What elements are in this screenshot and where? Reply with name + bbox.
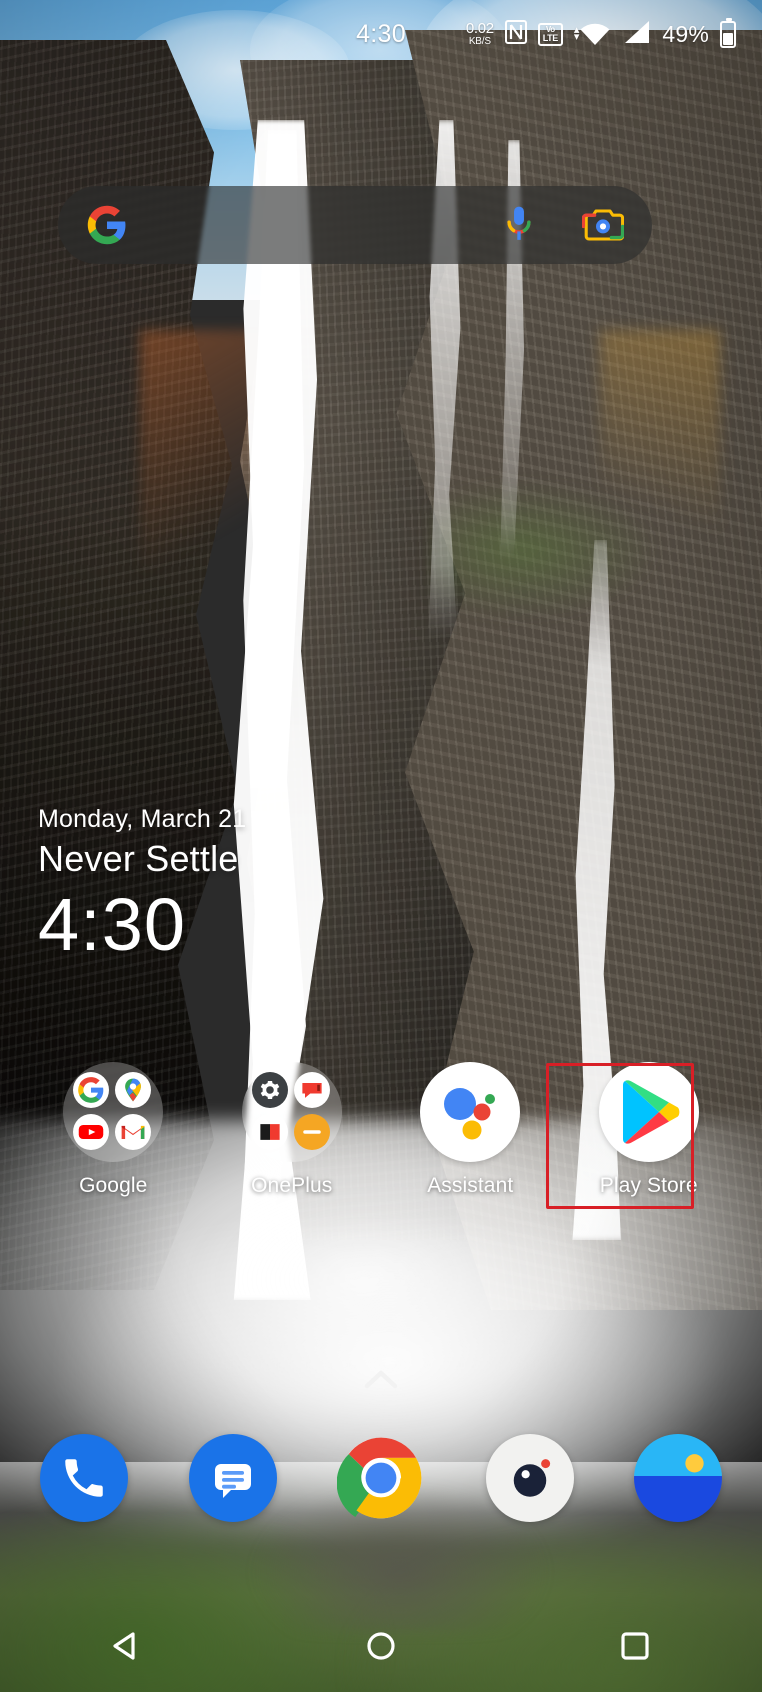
chrome-icon[interactable] — [337, 1434, 425, 1522]
wifi-activity-arrows: ▴ ▾ — [573, 24, 580, 43]
recents-square-icon[interactable] — [589, 1600, 681, 1692]
dock — [0, 1434, 762, 1522]
google-lens-camera-icon[interactable] — [581, 206, 625, 244]
home-screen-app-row: Google OnePlus Assistant Play Store — [0, 1062, 762, 1198]
oneplus-folder-icon[interactable] — [241, 1062, 342, 1162]
community-red-icon — [293, 1072, 330, 1108]
clock-widget-time: 4:30 — [38, 883, 187, 966]
network-speed-unit: KB/S — [468, 36, 491, 47]
app-label-google: Google — [79, 1174, 148, 1197]
settings-gear-icon — [251, 1072, 288, 1108]
volte-icon: Vo LTE — [537, 22, 563, 46]
messages-icon[interactable] — [188, 1434, 277, 1522]
app-label-play-store: Play Store — [599, 1174, 698, 1197]
clock-widget[interactable]: Monday, March 21 Never Settle 4:30 — [38, 805, 246, 964]
app-label-assistant: Assistant — [427, 1174, 514, 1197]
phone-icon[interactable] — [40, 1434, 128, 1522]
app-item-assistant[interactable]: Assistant — [381, 1062, 560, 1198]
app-drawer-handle[interactable] — [0, 1368, 762, 1395]
switch-icon — [251, 1114, 288, 1150]
gallery-icon[interactable] — [634, 1434, 722, 1522]
app-item-play-store[interactable]: Play Store — [560, 1062, 739, 1198]
app-item-google-folder[interactable]: Google — [24, 1062, 203, 1198]
volte-bottom-text: LTE — [542, 32, 559, 43]
wifi-icon: ▴ ▾ — [574, 23, 611, 46]
app-item-oneplus-folder[interactable]: OnePlus — [203, 1062, 382, 1198]
clock-widget-date: Monday, March 21 — [38, 805, 247, 833]
network-speed-indicator: 0.02 KB/S — [466, 21, 494, 47]
camera-icon[interactable] — [485, 1434, 574, 1522]
google-search-icon — [73, 1072, 110, 1108]
google-search-bar[interactable] — [58, 186, 652, 264]
nfc-icon — [504, 19, 527, 49]
battery-icon — [720, 17, 736, 48]
gmail-icon — [115, 1114, 152, 1150]
network-speed-value: 0.02 — [465, 20, 494, 37]
battery-percent-label: 49% — [662, 20, 709, 47]
navigation-bar — [0, 1600, 762, 1692]
youtube-icon — [73, 1114, 110, 1150]
clock-widget-tagline: Never Settle — [38, 838, 239, 879]
google-assistant-icon[interactable] — [420, 1062, 521, 1162]
google-folder-icon[interactable] — [63, 1062, 164, 1162]
app-label-oneplus: OnePlus — [251, 1174, 333, 1197]
status-bar[interactable]: 4:30 0.02 KB/S Vo LTE ▴ ▾ 49% — [0, 0, 762, 68]
zen-mode-icon — [293, 1114, 330, 1150]
chevron-up-icon[interactable] — [364, 1368, 398, 1395]
status-bar-icons: 0.02 KB/S Vo LTE ▴ ▾ 49% — [466, 17, 736, 49]
google-g-icon — [86, 204, 128, 246]
back-triangle-icon[interactable] — [81, 1600, 173, 1692]
microphone-icon[interactable] — [502, 205, 536, 245]
home-circle-icon[interactable] — [335, 1600, 427, 1692]
google-maps-icon — [115, 1072, 152, 1108]
cellular-signal-icon — [621, 20, 651, 49]
google-play-store-icon[interactable] — [598, 1062, 699, 1162]
